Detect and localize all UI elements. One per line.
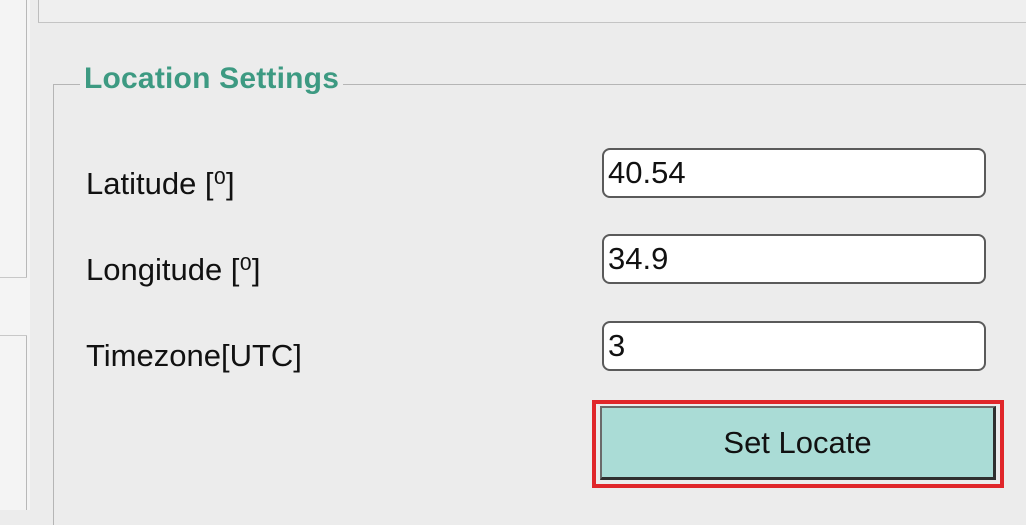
- longitude-label: Longitude [⁰]: [86, 252, 261, 287]
- left-panel-divider-h: [0, 335, 27, 336]
- latitude-input[interactable]: [602, 148, 986, 198]
- location-settings-title: Location Settings: [80, 62, 344, 96]
- left-panel-divider-h: [0, 277, 27, 278]
- longitude-input[interactable]: [602, 234, 986, 284]
- left-panel-divider: [26, 335, 27, 510]
- left-panel-divider: [26, 0, 27, 278]
- previous-groupbox: [38, 0, 1026, 23]
- latitude-label: Latitude [⁰]: [86, 166, 235, 201]
- timezone-input[interactable]: [602, 321, 986, 371]
- set-locate-button[interactable]: Set Locate: [600, 406, 996, 480]
- timezone-label: Timezone[UTC]: [86, 338, 302, 373]
